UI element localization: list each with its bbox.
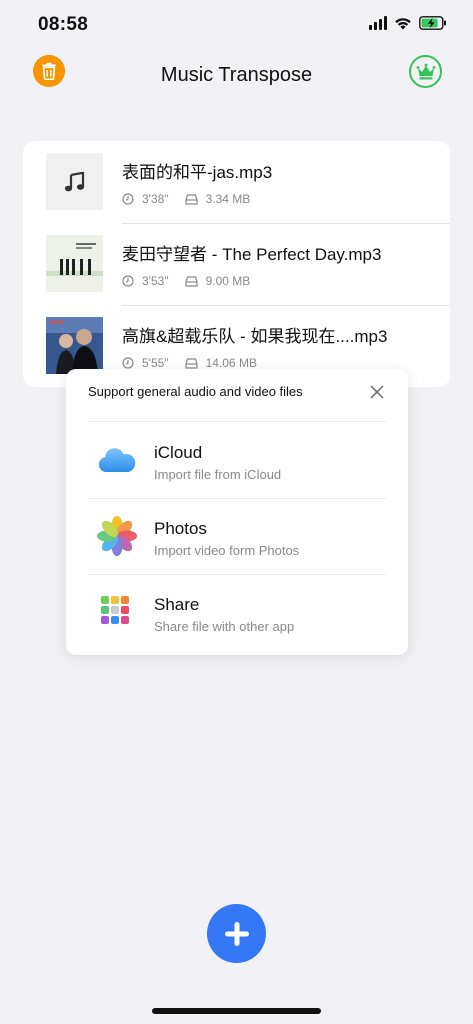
icloud-icon <box>96 439 138 481</box>
status-time: 08:58 <box>38 14 89 35</box>
file-list: 表面的和平-jas.mp3 3'38" 3.34 MB 麦田守望者 - The … <box>23 141 450 387</box>
file-title: 麦田守望者 - The Perfect Day.mp3 <box>122 245 382 264</box>
cellular-signal-icon <box>369 16 387 30</box>
file-duration: 3'53" <box>142 274 169 288</box>
share-apps-icon <box>96 591 138 633</box>
home-indicator[interactable] <box>152 1008 321 1014</box>
photos-icon <box>96 515 138 557</box>
option-subtitle: Share file with other app <box>154 619 295 634</box>
status-icons <box>369 16 447 30</box>
file-title: 高旗&超载乐队 - 如果我现在....mp3 <box>122 327 388 346</box>
storage-icon <box>184 193 198 205</box>
option-title: Photos <box>154 519 207 538</box>
file-meta: 3'38" 3.34 MB <box>122 192 250 206</box>
file-duration: 5'55" <box>142 356 169 370</box>
import-option-share[interactable]: Share Share file with other app <box>88 575 386 649</box>
option-subtitle: Import file from iCloud <box>154 467 282 482</box>
music-note-icon <box>46 153 103 210</box>
plus-icon <box>224 921 249 946</box>
album-art-thumbnail <box>46 235 103 292</box>
file-title: 表面的和平-jas.mp3 <box>122 163 273 182</box>
clock-icon <box>122 357 134 369</box>
file-row[interactable]: 麦田守望者 - The Perfect Day.mp3 3'53" 9.00 M… <box>23 223 450 305</box>
import-option-icloud[interactable]: iCloud Import file from iCloud <box>88 423 386 497</box>
file-row[interactable]: 表面的和平-jas.mp3 3'38" 3.34 MB <box>23 141 450 223</box>
option-subtitle: Import video form Photos <box>154 543 300 558</box>
file-size: 3.34 MB <box>205 192 251 206</box>
import-popup: Support general audio and video files iC… <box>66 369 408 655</box>
file-size: 9.00 MB <box>205 274 251 288</box>
file-meta: 5'55" 14.06 MB <box>122 356 257 370</box>
file-size: 14.06 MB <box>205 356 257 370</box>
close-icon <box>370 385 384 399</box>
file-duration: 3'38" <box>142 192 169 206</box>
close-button[interactable] <box>368 383 386 401</box>
premium-button[interactable] <box>409 55 442 88</box>
battery-charging-icon <box>419 16 447 30</box>
import-option-photos[interactable]: Photos Import video form Photos <box>88 499 386 573</box>
album-art-thumbnail <box>46 317 103 374</box>
clock-icon <box>122 193 134 205</box>
add-button[interactable] <box>207 904 266 963</box>
wifi-icon <box>394 16 412 30</box>
clock-icon <box>122 275 134 287</box>
option-title: Share <box>154 595 200 614</box>
popup-header: Support general audio and video files <box>88 384 303 399</box>
crown-icon <box>416 63 435 79</box>
divider <box>88 421 386 422</box>
page-title: Music Transpose <box>160 64 313 86</box>
file-meta: 3'53" 9.00 MB <box>122 274 250 288</box>
option-title: iCloud <box>154 443 203 462</box>
storage-icon <box>184 357 198 369</box>
storage-icon <box>184 275 198 287</box>
